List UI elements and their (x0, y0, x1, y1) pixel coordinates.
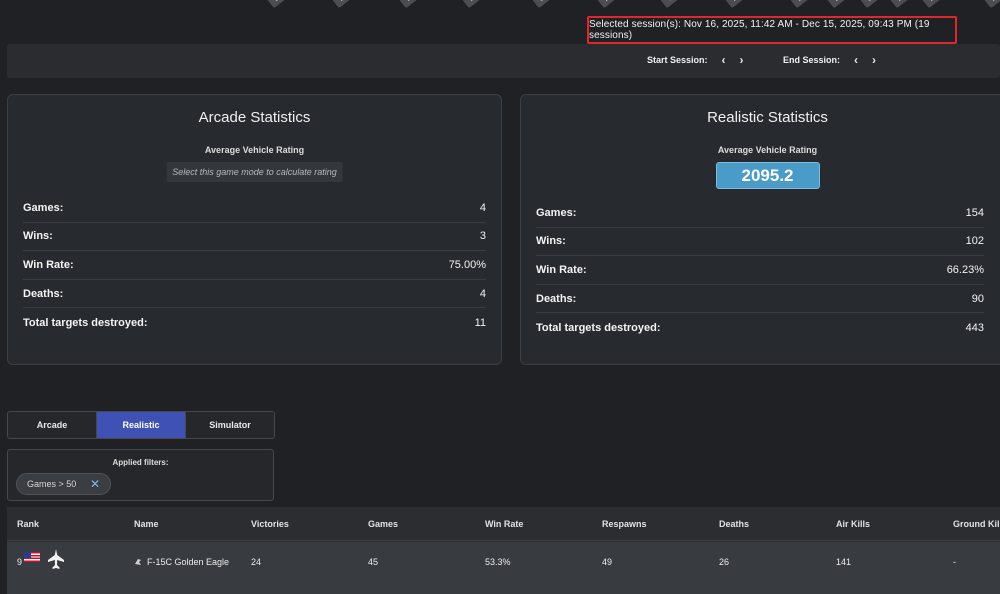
column-header-games[interactable]: Games (368, 519, 398, 529)
tab-realistic[interactable]: Realistic (97, 412, 186, 438)
timeline-month[interactable]: Feb (331, 0, 360, 9)
cell-win-rate: 53.3% (485, 557, 511, 567)
column-header-victories[interactable]: Victories (251, 519, 289, 529)
stat-label: Games: (536, 206, 577, 219)
stat-row-targets-destroyed: Total targets destroyed: 11 (23, 308, 486, 337)
cell-name[interactable]: F-15C Golden Eagle (147, 557, 229, 567)
close-icon[interactable]: ✕ (90, 477, 100, 491)
applied-filters: Applied filters: Games > 50 ✕ (7, 449, 274, 501)
stat-label: Games: (23, 201, 64, 214)
stat-value: 102 (965, 235, 984, 248)
stat-label: Win Rate: (23, 258, 74, 271)
cell-victories: 24 (251, 557, 262, 567)
chevron-right-icon[interactable]: › (740, 54, 744, 66)
page: Jan Feb Mar Mar Jun Aug Oct Nov Dec Dec … (0, 0, 1000, 594)
timeline-month[interactable]: Nov (724, 0, 754, 9)
column-header-win-rate[interactable]: Win Rate (485, 519, 523, 529)
selected-session-label: Selected session(s): Nov 16, 2025, 11:42… (587, 16, 957, 44)
stat-value: 75.00% (448, 258, 486, 271)
stat-row-deaths: Deaths: 4 (23, 280, 486, 309)
usa-flag-icon (24, 552, 40, 562)
stat-row-win-rate: Win Rate: 75.00% (23, 251, 486, 280)
stat-value: 11 (474, 316, 486, 329)
stat-label: Deaths: (23, 287, 64, 300)
chevron-left-icon[interactable]: ‹ (854, 54, 858, 66)
timeline-month[interactable]: Jan (859, 0, 888, 9)
stat-label: Total targets destroyed: (23, 316, 148, 329)
end-session-label: End Session: (783, 55, 841, 65)
timeline-month[interactable]: Jun (531, 0, 560, 9)
start-session-control: Start Session: ‹ › (647, 54, 744, 66)
stat-value: 154 (965, 206, 984, 219)
stat-value: 4 (479, 287, 486, 300)
panel-title: Realistic Statistics (707, 109, 828, 126)
column-header-name[interactable]: Name (134, 519, 159, 529)
timeline-month[interactable]: Mar (461, 0, 490, 9)
start-session-label: Start Session: (647, 55, 708, 65)
vehicle-class-icon (135, 559, 141, 565)
jet-aircraft-icon (48, 549, 64, 569)
realistic-statistics-panel: Realistic Statistics Average Vehicle Rat… (520, 94, 1000, 365)
vehicle-table: Rank Name Victories Games Win Rate Respa… (7, 507, 1000, 594)
stat-row-wins: Wins: 102 (536, 228, 984, 257)
timeline-month[interactable]: Mar (983, 0, 1000, 9)
stat-value: 66.23% (946, 263, 984, 276)
table-row[interactable]: 9 F-15C Golden Eagle 24 45 53.3% 49 26 1… (7, 542, 1000, 594)
stat-row-targets-destroyed: Total targets destroyed: 443 (536, 313, 984, 342)
stat-row-deaths: Deaths: 90 (536, 285, 984, 314)
stat-row-wins: Wins: 3 (23, 223, 486, 252)
stat-row-games: Games: 4 (23, 194, 486, 223)
panel-title: Arcade Statistics (198, 109, 311, 126)
stat-list: Games: 4 Wins: 3 Win Rate: 75.00% Deaths… (23, 194, 486, 337)
cell-air-kills: 141 (836, 557, 852, 567)
stat-label: Total targets destroyed: (536, 321, 661, 334)
cell-ground-kills: - (953, 557, 956, 567)
stat-label: Deaths: (536, 292, 577, 305)
stat-value: 90 (971, 292, 984, 305)
timeline-month[interactable]: Jan (266, 0, 295, 9)
average-vehicle-rating-label: Average Vehicle Rating (717, 145, 818, 155)
game-mode-tabs: Arcade Realistic Simulator (7, 411, 275, 439)
stat-value: 443 (965, 321, 984, 334)
stat-row-games: Games: 154 (536, 199, 984, 228)
column-header-rank[interactable]: Rank (17, 519, 39, 529)
rating-hint: Select this game mode to calculate ratin… (166, 162, 343, 182)
stat-value: 3 (479, 230, 486, 243)
table-header: Rank Name Victories Games Win Rate Respa… (7, 507, 1000, 541)
timeline-month[interactable]: Aug (596, 0, 626, 9)
timeline-month[interactable]: Mar (398, 0, 427, 9)
chevron-right-icon[interactable]: › (872, 54, 876, 66)
timeline-month[interactable]: Dec (826, 0, 856, 9)
filter-chip[interactable]: Games > 50 ✕ (16, 473, 111, 495)
column-header-respawns[interactable]: Respawns (602, 519, 647, 529)
average-vehicle-rating-label: Average Vehicle Rating (204, 145, 305, 155)
arcade-statistics-panel: Arcade Statistics Average Vehicle Rating… (7, 94, 502, 365)
column-header-deaths[interactable]: Deaths (719, 519, 749, 529)
applied-filters-title: Applied filters: (112, 458, 169, 467)
stat-value: 4 (479, 201, 486, 214)
stat-label: Wins: (536, 235, 566, 248)
cell-games: 45 (368, 557, 379, 567)
timeline-month[interactable]: Oct (659, 0, 687, 9)
tab-simulator[interactable]: Simulator (186, 412, 274, 438)
timeline-month[interactable]: Feb (921, 0, 950, 9)
stat-list: Games: 154 Wins: 102 Win Rate: 66.23% De… (536, 199, 984, 342)
cell-rank: 9 (17, 557, 23, 567)
cell-respawns: 49 (602, 557, 613, 567)
stat-row-win-rate: Win Rate: 66.23% (536, 256, 984, 285)
filter-chip-label: Games > 50 (27, 479, 77, 489)
stat-label: Win Rate: (536, 263, 587, 276)
timeline-month[interactable]: Feb (889, 0, 918, 9)
end-session-control: End Session: ‹ › (783, 54, 876, 66)
tab-arcade[interactable]: Arcade (8, 412, 97, 438)
column-header-ground-kills[interactable]: Ground Kills (953, 519, 1000, 529)
timeline-month[interactable]: Dec (789, 0, 819, 9)
chevron-left-icon[interactable]: ‹ (722, 54, 726, 66)
column-header-air-kills[interactable]: Air Kills (836, 519, 870, 529)
vehicle-rating-badge: 2095.2 (715, 162, 820, 189)
cell-deaths: 26 (719, 557, 730, 567)
stat-label: Wins: (23, 230, 53, 243)
